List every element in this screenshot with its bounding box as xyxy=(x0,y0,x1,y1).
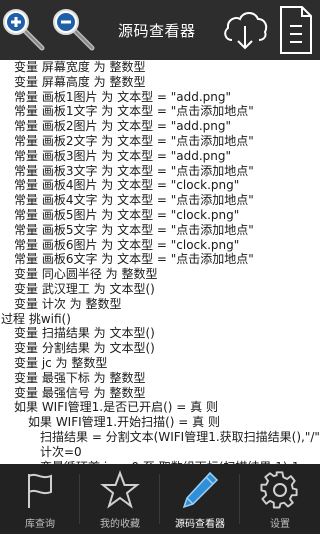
flag-icon xyxy=(20,470,60,510)
code-line: 变量 最强下标 为 整数型 xyxy=(14,370,146,385)
code-line: 变量 屏幕宽度 为 整数型 xyxy=(14,60,146,74)
code-line: 常量 画板4图片 为 文本型 = "clock.png" xyxy=(14,178,240,193)
code-line: 计次=0 xyxy=(40,444,82,459)
star-icon xyxy=(100,470,140,510)
code-line: 常量 画板5文字 为 文本型 = "点击添加地点" xyxy=(14,222,254,237)
code-line: 常量 画板3文字 为 文本型 = "点击添加地点" xyxy=(14,163,254,178)
code-line: 常量 画板2文字 为 文本型 = "点击添加地点" xyxy=(14,133,254,148)
tab-label: 库查询 xyxy=(25,519,55,530)
bottom-tab-bar: 库查询 我的收藏 源码查看器 设置 xyxy=(0,464,320,534)
tab-label: 设置 xyxy=(270,519,290,530)
tab-gear[interactable]: 设置 xyxy=(240,464,320,534)
tab-flag[interactable]: 库查询 xyxy=(0,464,80,534)
tab-label: 我的收藏 xyxy=(100,519,140,530)
code-line: 变量 最强信号 为 整数型 xyxy=(14,385,146,400)
code-line: 变量 武汉理工 为 文本型() xyxy=(14,281,155,296)
code-line: 变量 扫描结果 为 文本型() xyxy=(14,326,155,341)
app-header: 源码查看器 xyxy=(0,0,320,60)
source-code-view[interactable]: 变量 屏幕宽度 为 整数型 变量 屏幕高度 为 整数型 常量 画板1图片 为 文本型… xyxy=(0,60,320,464)
code-line: 常量 画板2图片 为 文本型 = "add.png" xyxy=(14,119,232,134)
page-title: 源码查看器 xyxy=(118,22,196,40)
code-line: 常量 画板4文字 为 文本型 = "点击添加地点" xyxy=(14,193,254,208)
code-line: 变量 计次 为 整数型 xyxy=(14,296,122,311)
tab-star[interactable]: 我的收藏 xyxy=(80,464,160,534)
gear-icon xyxy=(260,470,300,510)
tab-pencil[interactable]: 源码查看器 xyxy=(160,464,240,534)
code-line: 常量 画板1图片 为 文本型 = "add.png" xyxy=(14,89,232,104)
code-line: 常量 画板1文字 为 文本型 = "点击添加地点" xyxy=(14,104,254,119)
code-line: 变量 同心圆半径 为 整数型 xyxy=(14,267,158,282)
code-line: 常量 画板6图片 为 文本型 = "clock.png" xyxy=(14,237,240,252)
code-line: 变量 屏幕高度 为 整数型 xyxy=(14,74,146,89)
zoom-in-icon[interactable] xyxy=(2,8,46,52)
pencil-icon xyxy=(180,470,220,510)
code-line: 常量 画板6文字 为 文本型 = "点击添加地点" xyxy=(14,252,254,267)
code-line: 常量 画板5图片 为 文本型 = "clock.png" xyxy=(14,207,240,222)
code-line: 过程 挑wifi() xyxy=(1,311,71,326)
code-line: 扫描结果 = 分割文本(WIFI管理1.获取扫描结果(),"/") xyxy=(40,429,320,444)
code-line: 如果 WIFI管理1.开始扫描() = 真 则 xyxy=(28,415,220,430)
code-line: 常量 画板3图片 为 文本型 = "add.png" xyxy=(14,148,232,163)
code-line: 变量 分割结果 为 文本型() xyxy=(14,341,155,356)
code-line: 如果 WIFI管理1.是否已开启() = 真 则 xyxy=(14,400,218,415)
document-icon[interactable] xyxy=(278,4,314,56)
zoom-out-icon[interactable] xyxy=(52,8,96,52)
cloud-download-icon[interactable] xyxy=(222,6,268,54)
tab-label: 源码查看器 xyxy=(175,519,225,530)
code-line: 变量 jc 为 整数型 xyxy=(14,355,108,370)
